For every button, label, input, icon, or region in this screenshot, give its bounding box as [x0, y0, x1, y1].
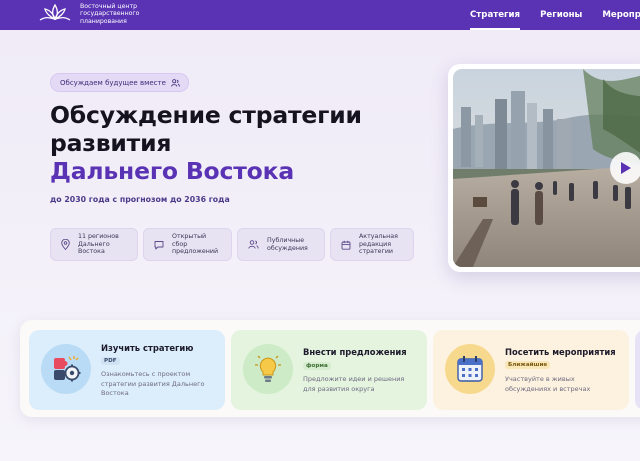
top-navbar: Восточный центр государственного планиро… — [0, 0, 640, 30]
calendar-icon — [457, 356, 483, 382]
card-description: Участвуйте в живых обсуждениях и встреча… — [505, 375, 590, 394]
puzzle-gear-icon — [54, 356, 81, 382]
logo-line: Восточный центр — [80, 3, 137, 10]
feature-edition: Актуальная редакция стратегии — [330, 228, 414, 261]
card-next-partial[interactable] — [635, 330, 640, 410]
card-desc-line: Предложите идеи и решения — [303, 375, 405, 383]
title-line-2: развития — [50, 129, 172, 157]
feature-line: стратегии — [359, 248, 394, 256]
feature-proposals: Открытый сбор предложений — [143, 228, 232, 261]
card-title: Посетить мероприятия — [505, 347, 616, 357]
title-accent: Дальнего Востока — [50, 157, 294, 185]
people-icon — [248, 240, 259, 249]
video-thumbnail — [453, 69, 640, 267]
hero-badge-label: Обсуждаем будущее вместе — [60, 78, 166, 87]
card-desc-line: для развития округа — [303, 384, 375, 393]
chat-bubble-icon — [154, 240, 164, 249]
feature-line: редакция — [359, 240, 392, 248]
page-subtitle: до 2030 года с прогнозом до 2036 года — [50, 195, 230, 204]
play-icon — [621, 162, 631, 174]
feature-line: Открытый — [172, 233, 207, 241]
card-tag: Ближайшие — [505, 361, 551, 369]
card-desc-line: Участвуйте в живых — [505, 375, 575, 383]
card-icon-wrap — [41, 344, 91, 394]
card-desc-line: обсуждениях и встречах — [505, 384, 591, 393]
play-button[interactable] — [610, 152, 640, 184]
card-title: Изучить стратегию — [101, 343, 194, 353]
lightbulb-icon — [255, 355, 281, 382]
card-attend-events[interactable]: Посетить мероприятия Ближайшие Участвуйт… — [433, 330, 629, 410]
feature-line: Публичные — [267, 236, 305, 244]
feature-line: предложений — [172, 248, 219, 256]
card-description: Предложите идеи и решения для развития о… — [303, 375, 404, 394]
action-cards: Изучить стратегию PDF Ознакомьтесь с про… — [20, 320, 640, 417]
card-desc-line: Ознакомьтесь с проектом — [101, 370, 191, 378]
feature-line: обсуждения — [267, 244, 308, 252]
logo-text: Восточный центр государственного планиро… — [80, 3, 160, 25]
card-desc-line: Востока — [101, 389, 129, 397]
card-title: Внести предложения — [303, 347, 407, 357]
feature-discussions: Публичные обсуждения — [237, 228, 325, 261]
logo[interactable]: Восточный центр государственного планиро… — [38, 3, 160, 25]
logo-line: государственного — [80, 10, 140, 18]
people-icon — [171, 78, 180, 87]
feature-line: 11 регионов — [78, 233, 119, 241]
page-title: Обсуждение стратегии развития Дальнего В… — [50, 101, 430, 185]
logo-line: планирования — [80, 17, 127, 25]
video-preview[interactable] — [448, 64, 640, 272]
card-icon-wrap — [445, 344, 495, 394]
feature-line: Актуальная — [359, 233, 398, 241]
card-study-strategy[interactable]: Изучить стратегию PDF Ознакомьтесь с про… — [29, 330, 225, 410]
card-desc-line: стратегии развития Дальнего — [101, 379, 205, 388]
main-nav: Стратегия Регионы Мероприятия — [470, 0, 640, 30]
nav-item-strategy[interactable]: Стратегия — [470, 0, 521, 30]
card-description: Ознакомьтесь с проектом стратегии развит… — [101, 370, 204, 399]
card-submit-proposals[interactable]: Внести предложения форма Предложите идеи… — [231, 330, 427, 410]
feature-regions: 11 регионов Дальнего Востока — [50, 228, 138, 261]
hero-badge: Обсуждаем будущее вместе — [50, 73, 189, 92]
card-tag: форма — [303, 362, 331, 370]
title-line-1: Обсуждение стратегии — [50, 101, 362, 129]
calendar-icon — [341, 240, 351, 250]
nav-item-regions[interactable]: Регионы — [540, 0, 582, 30]
card-icon-wrap — [243, 344, 293, 394]
feature-line: Востока — [78, 248, 105, 256]
nav-item-events[interactable]: Мероприятия — [602, 0, 640, 30]
location-pin-icon — [61, 239, 70, 250]
lotus-logo-icon — [39, 3, 71, 21]
card-tag: PDF — [101, 357, 120, 365]
feature-list: 11 регионов Дальнего Востока Открытый сб… — [50, 228, 419, 261]
feature-line: Дальнего — [78, 240, 110, 248]
